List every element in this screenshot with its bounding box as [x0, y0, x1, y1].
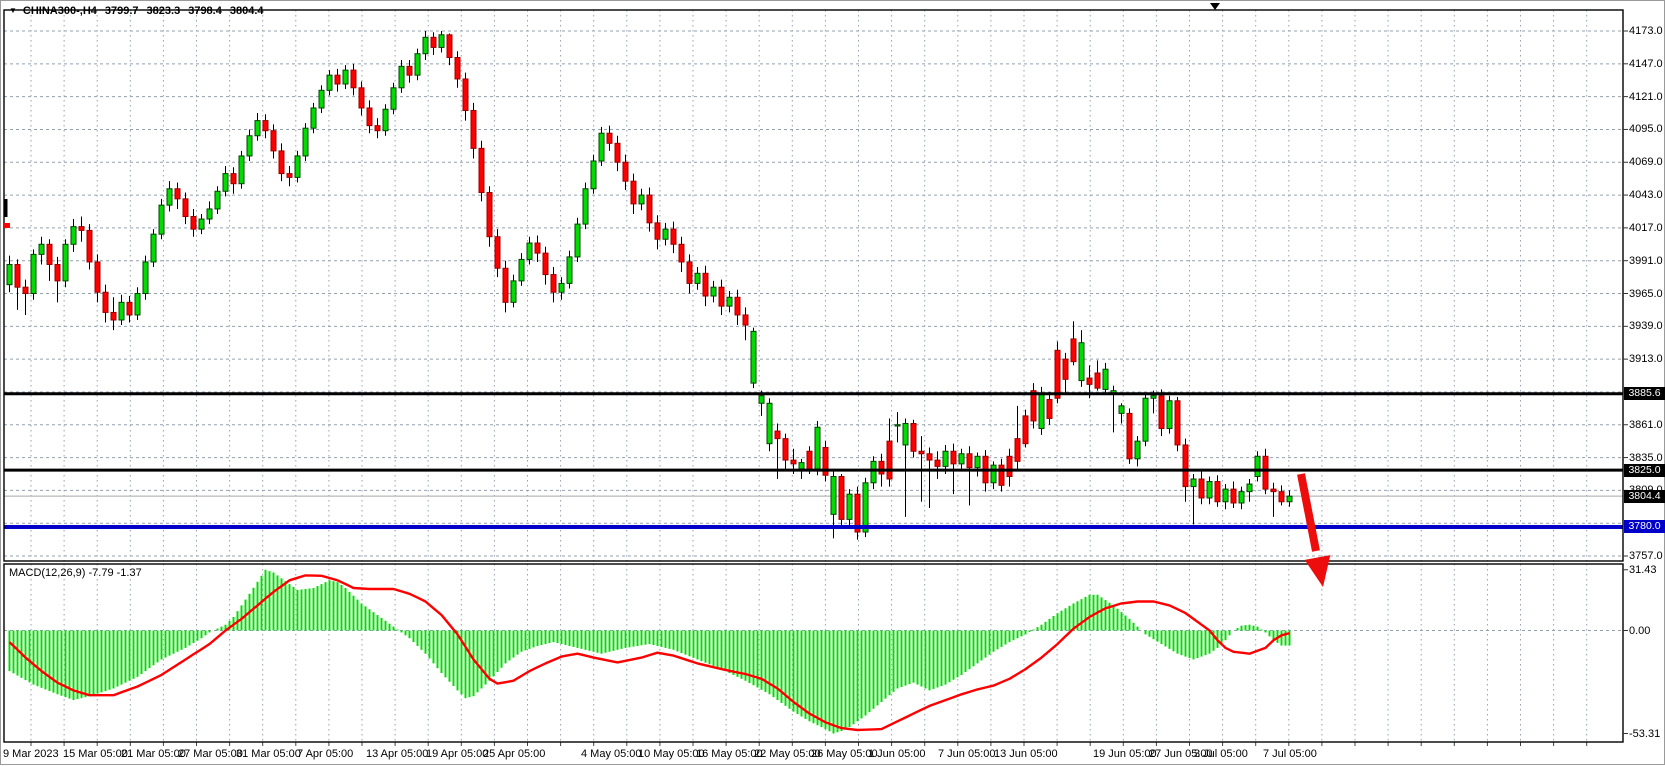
time-axis-label: 31 Mar 05:00: [236, 748, 301, 761]
chart-markers: [4, 3, 1220, 228]
time-axis-label: 27 Mar 05:00: [178, 748, 243, 761]
price-tick-label: 3757.0: [1629, 550, 1665, 563]
time-axis-label: 7 Jun 05:00: [938, 748, 996, 761]
macd-tick-label: 0.00: [1629, 625, 1665, 638]
price-chart-canvas[interactable]: [1, 1, 1665, 766]
price-tick-label: 3861.0: [1629, 419, 1665, 432]
symbol-header: ▼ CHINA300-,H4 3799.7 3823.3 3798.4 3804…: [9, 5, 264, 17]
symbol-dropdown-icon[interactable]: ▼: [9, 6, 17, 15]
symbol-period-label: CHINA300-,H4: [23, 5, 97, 17]
price-badge: 3885.6: [1624, 387, 1665, 400]
time-axis-label: 7 Apr 05:00: [297, 748, 353, 761]
time-axis-label: 19 Apr 05:00: [426, 748, 488, 761]
price-tick-label: 4095.0: [1629, 123, 1665, 136]
quote-low: 3798.4: [188, 5, 222, 17]
price-tick-label: 4121.0: [1629, 91, 1665, 104]
time-axis-label: 16 May 05:00: [696, 748, 763, 761]
macd-tick-label: 31.43: [1629, 564, 1665, 577]
macd-histogram: [10, 570, 1290, 734]
price-tick-label: 4069.0: [1629, 156, 1665, 169]
price-tick-label: 4017.0: [1629, 222, 1665, 235]
time-axis-label: 21 Mar 05:00: [121, 748, 186, 761]
price-tick-label: 4043.0: [1629, 189, 1665, 202]
price-tick-label: 3991.0: [1629, 255, 1665, 268]
time-axis-label: 13 Jun 05:00: [994, 748, 1058, 761]
quote-open: 3799.7: [105, 5, 139, 17]
time-axis-label: 10 May 05:00: [638, 748, 705, 761]
macd-signal-value: -1.37: [117, 567, 142, 579]
bar-shift-marker: [1210, 3, 1220, 10]
panel-borders: [4, 10, 1628, 742]
price-tick-label: 3835.0: [1629, 452, 1665, 465]
time-axis-label: 3 Jul 05:00: [1194, 748, 1248, 761]
time-axis-label: 13 Apr 05:00: [366, 748, 428, 761]
left-edge-mark: [4, 199, 8, 217]
price-tick-label: 3965.0: [1629, 288, 1665, 301]
time-axis-label: 19 Jun 05:00: [1093, 748, 1157, 761]
price-tick-label: 3913.0: [1629, 353, 1665, 366]
price-tick-label: 4173.0: [1629, 25, 1665, 38]
time-axis-label: 7 Jul 05:00: [1263, 748, 1317, 761]
horizontal-gridlines: [4, 31, 1623, 631]
macd-main-value: -7.79: [88, 567, 113, 579]
sell-signal-arrow[interactable]: [1301, 474, 1330, 587]
time-axis-label: 25 Apr 05:00: [483, 748, 545, 761]
price-badge: 3804.4: [1624, 490, 1665, 503]
macd-tick-label: -53.31: [1629, 728, 1665, 741]
price-tick-label: 4147.0: [1629, 58, 1665, 71]
price-badge: 3825.0: [1624, 464, 1665, 477]
left-edge-red-mark: [4, 223, 10, 228]
price-tick-label: 3939.0: [1629, 320, 1665, 333]
horizontal-level-lines: [4, 394, 1623, 527]
quote-high: 3823.3: [147, 5, 181, 17]
macd-indicator-label: MACD(12,26,9) -7.79 -1.37: [9, 567, 142, 579]
chart-window: { "header": { "dropdown_icon": "▼", "sym…: [0, 0, 1665, 765]
quote-close: 3804.4: [230, 5, 264, 17]
time-axis-label: 9 Mar 2023: [3, 748, 59, 761]
time-axis-label: 1 Jun 05:00: [868, 748, 926, 761]
support-price-badge: 3780.0: [1624, 520, 1665, 533]
candlesticks: [7, 31, 1292, 540]
macd-name: MACD(12,26,9): [9, 567, 85, 579]
time-axis-label: 15 Mar 05:00: [63, 748, 128, 761]
time-axis-label: 4 May 05:00: [581, 748, 642, 761]
